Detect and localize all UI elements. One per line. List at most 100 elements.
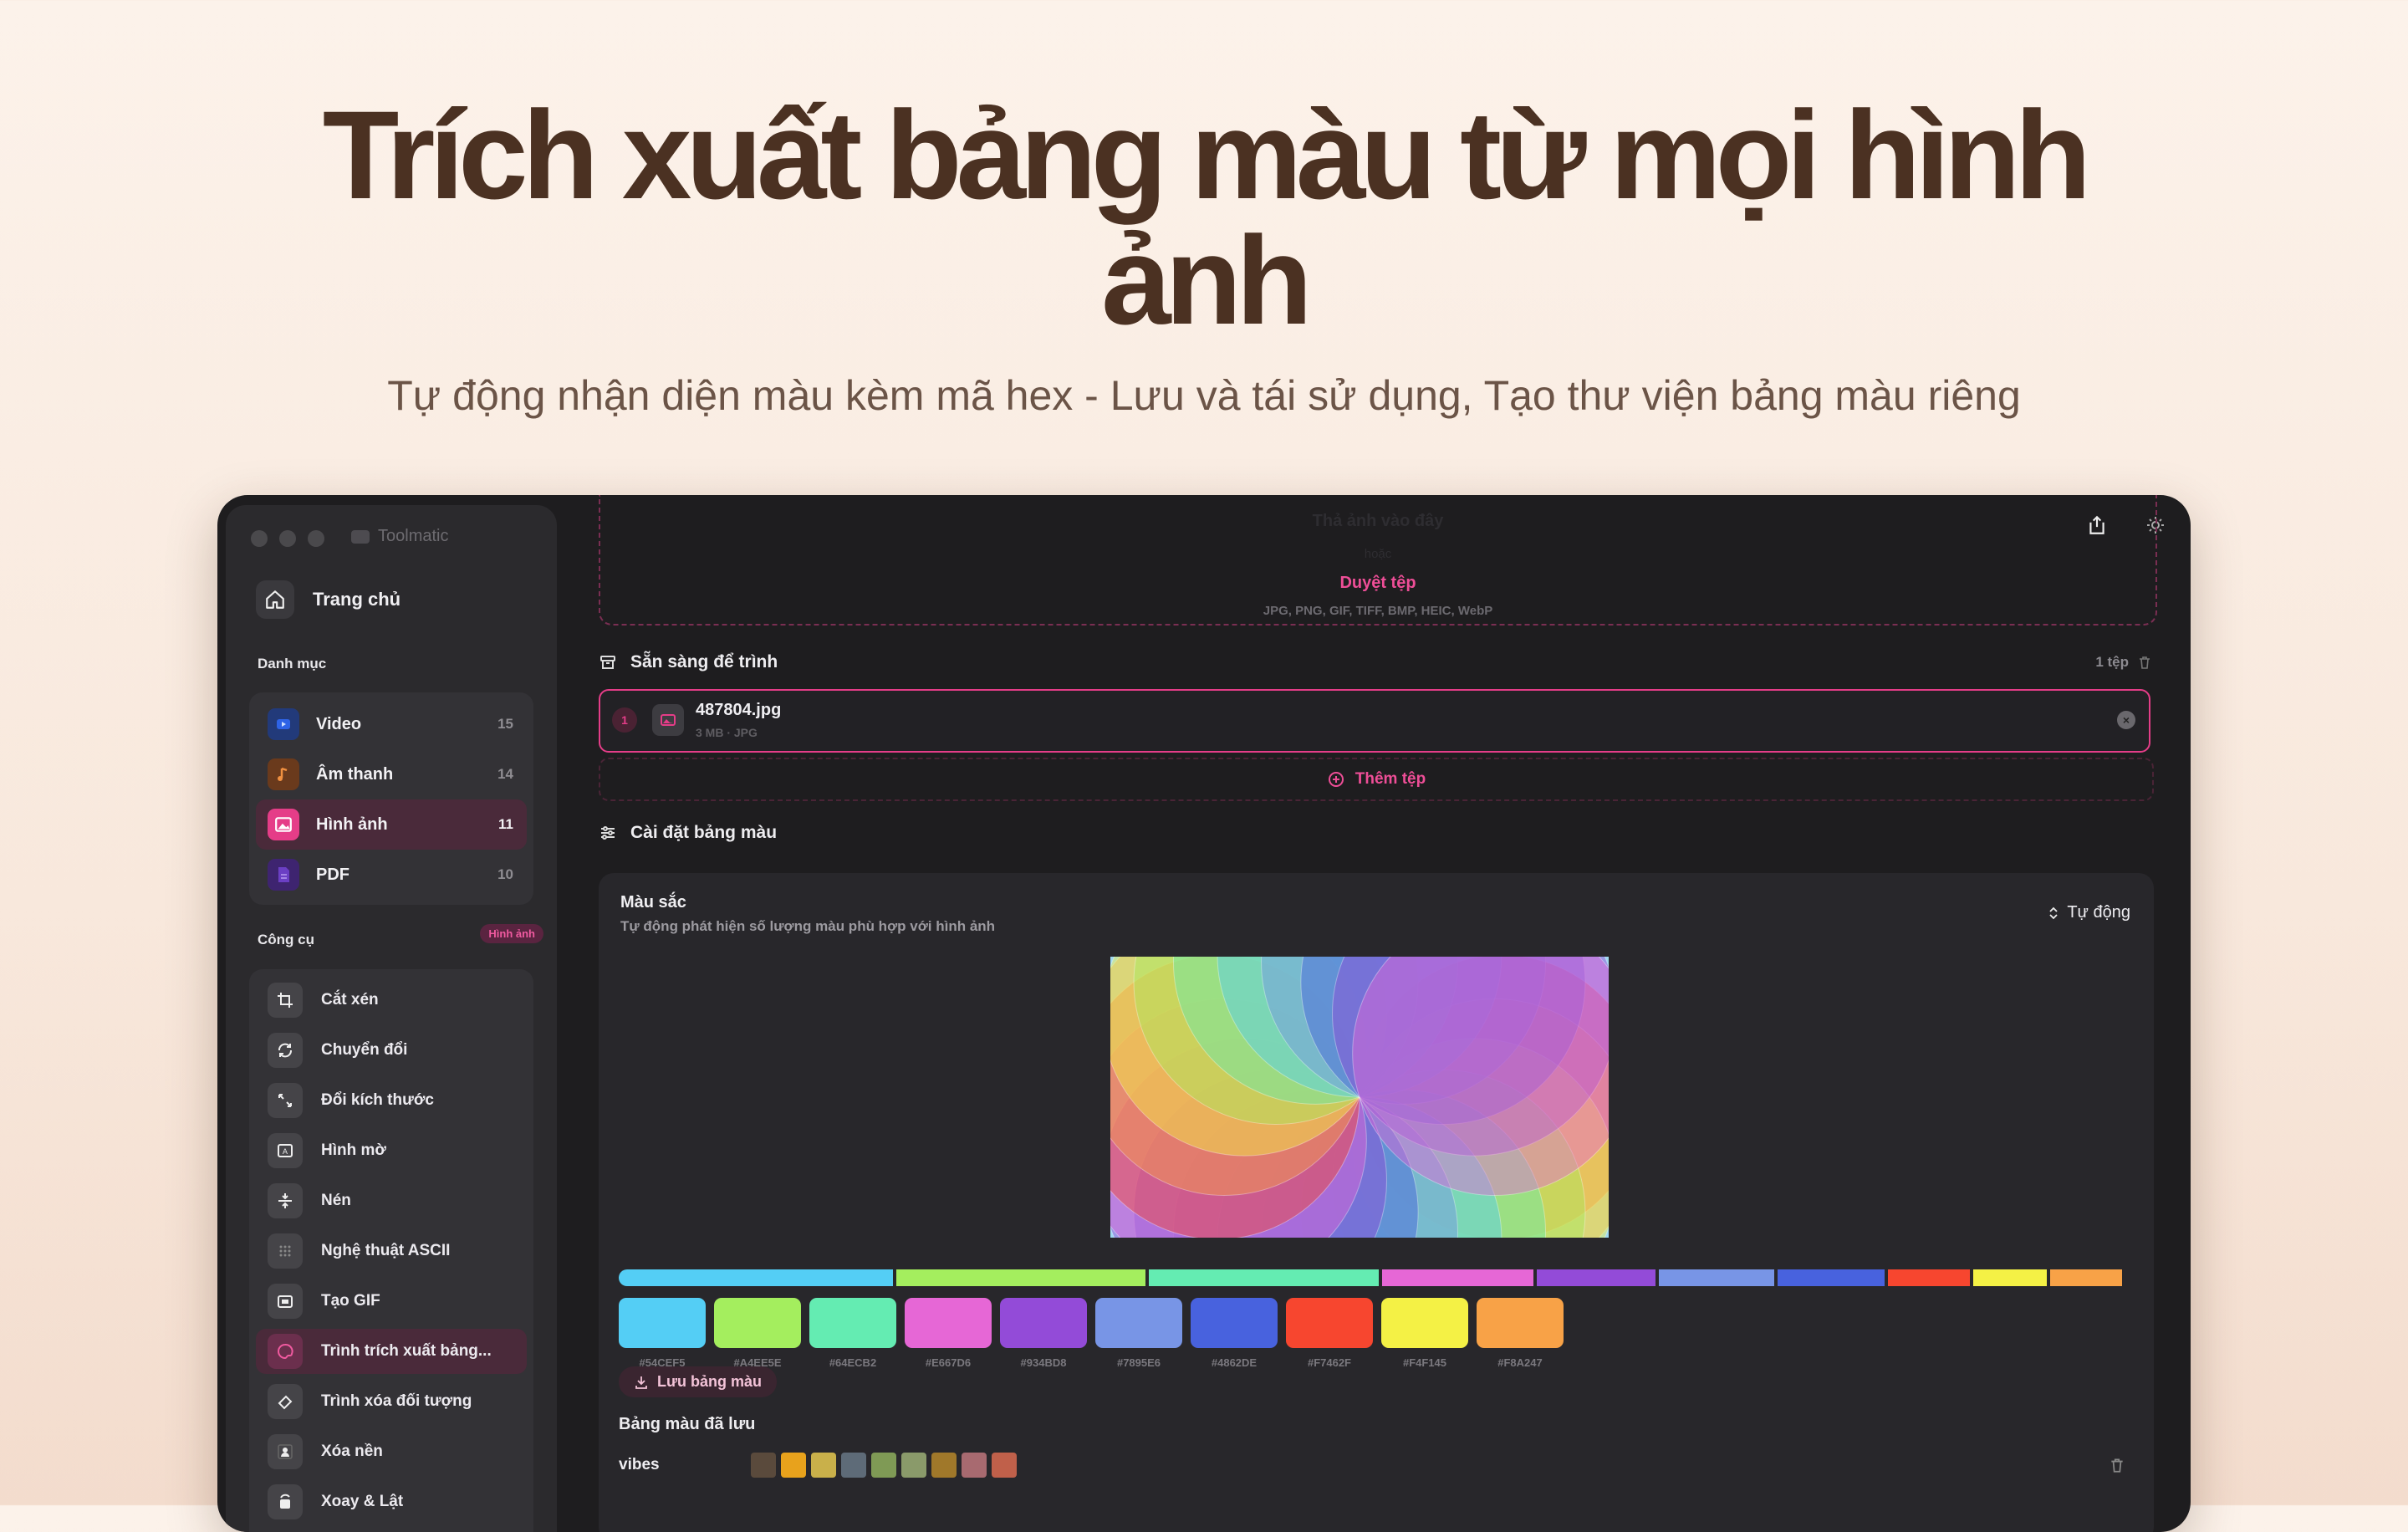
app-name-label: Toolmatic [378, 527, 449, 545]
tool-ascii-art[interactable]: Nghệ thuật ASCII [256, 1228, 527, 1274]
palette-bar-segment [1382, 1269, 1534, 1286]
category-label: Âm thanh [316, 764, 394, 784]
color-chip[interactable] [1000, 1298, 1087, 1348]
palette-bar-segment [1659, 1269, 1775, 1286]
window-controls [251, 530, 324, 547]
palette-bar-segment [619, 1269, 894, 1286]
category-label: Video [316, 714, 362, 733]
color-swatch[interactable]: #54CEF5 [619, 1298, 706, 1369]
colors-description: Tự động phát hiện số lượng màu phù hợp v… [620, 918, 996, 934]
color-count-mode: Tự động [2067, 903, 2130, 922]
refresh-icon [268, 1033, 303, 1068]
saved-color-chip [781, 1453, 806, 1478]
palette-bar-segment [1888, 1269, 1970, 1286]
color-chip[interactable] [1381, 1298, 1468, 1348]
color-chip[interactable] [619, 1298, 706, 1348]
tool-remove-background[interactable]: Xóa nền [256, 1429, 527, 1474]
supported-formats: JPG, PNG, GIF, TIFF, BMP, HEIC, WebP [1263, 604, 1493, 618]
tool-label: Trình trích xuất bảng... [321, 1342, 492, 1360]
category-image[interactable]: Hình ảnh 11 [256, 799, 527, 850]
tools-heading: Công cụ [258, 932, 314, 947]
tool-gif[interactable]: Tạo GIF [256, 1279, 527, 1324]
sliders-icon [601, 826, 615, 840]
tool-crop[interactable]: Cắt xén [256, 978, 527, 1023]
color-count-select[interactable]: Tự động [2047, 903, 2130, 922]
trash-icon[interactable] [2137, 655, 2152, 670]
trash-icon [2111, 1458, 2123, 1473]
tool-convert[interactable]: Chuyển đổi [256, 1028, 527, 1073]
tool-label: Trình xóa đối tượng [321, 1392, 472, 1410]
tool-compress[interactable]: Nén [256, 1178, 527, 1223]
saved-palette-row[interactable]: vibes [619, 1448, 2132, 1482]
saved-color-chip [841, 1453, 866, 1478]
color-chip[interactable] [714, 1298, 801, 1348]
color-chip[interactable] [905, 1298, 992, 1348]
sidebar: Toolmatic Trang chủ Danh mục Video 15 Âm [226, 505, 557, 1532]
color-swatch[interactable]: #F8A247 [1477, 1298, 1564, 1369]
file-drop-zone[interactable]: Thả ảnh vào đây hoặc Duyệt tệp JPG, PNG,… [599, 495, 2157, 626]
category-pdf[interactable]: PDF 10 [249, 850, 533, 900]
remove-file-button[interactable]: × [2117, 711, 2135, 729]
ascii-grid-icon [268, 1233, 303, 1269]
home-icon [256, 580, 294, 619]
color-swatch[interactable]: #64ECB2 [809, 1298, 896, 1369]
saved-color-chip [811, 1453, 836, 1478]
file-item[interactable]: 1 487804.jpg 3 MB · JPG × [599, 689, 2150, 753]
tool-label: Nén [321, 1192, 351, 1209]
gif-icon [268, 1284, 303, 1319]
color-chip[interactable] [809, 1298, 896, 1348]
hero-subtitle: Tự động nhận diện màu kèm mã hex - Lưu v… [387, 372, 2021, 419]
file-name: 487804.jpg [696, 701, 782, 719]
tool-label: Xóa nền [321, 1443, 383, 1460]
tool-resize[interactable]: Đổi kích thước [256, 1078, 527, 1123]
add-file-button[interactable]: Thêm tệp [599, 758, 2154, 801]
palette-swatches: #54CEF5 #A4EE5E #64ECB2 #E667D6 #934BD8 #7895… [619, 1298, 1564, 1369]
video-icon [268, 708, 299, 740]
color-swatch[interactable]: #7895E6 [1095, 1298, 1182, 1369]
category-count: 10 [497, 866, 513, 882]
ready-section-heading: Sẵn sàng để trình [599, 652, 778, 672]
hex-code: #F7462F [1307, 1356, 1352, 1369]
minimize-window-button[interactable] [279, 530, 296, 547]
color-chip[interactable] [1477, 1298, 1564, 1348]
image-icon [268, 809, 299, 840]
sidebar-item-home[interactable]: Trang chủ [256, 580, 400, 619]
saved-color-chip [962, 1453, 987, 1478]
category-label: Hình ảnh [316, 815, 388, 834]
tool-object-remover[interactable]: Trình xóa đối tượng [256, 1379, 527, 1424]
color-swatch[interactable]: #F7462F [1286, 1298, 1373, 1369]
category-video[interactable]: Video 15 [249, 699, 533, 749]
palette-bar-segment [2050, 1269, 2122, 1286]
zoom-window-button[interactable] [308, 530, 324, 547]
hex-code: #E667D6 [925, 1356, 972, 1369]
save-palette-button[interactable]: Lưu bảng màu [619, 1366, 778, 1397]
category-count: 14 [497, 766, 513, 782]
tool-watermark[interactable]: A Hình mờ [256, 1128, 527, 1173]
saved-color-chip [871, 1453, 896, 1478]
color-chip[interactable] [1286, 1298, 1373, 1348]
browse-files-link[interactable]: Duyệt tệp [600, 574, 2155, 593]
app-title: Toolmatic [351, 527, 448, 546]
tool-label: Tạo GIF [321, 1292, 380, 1310]
palette-settings-title: Cài đặt bảng màu [630, 823, 778, 842]
color-swatch[interactable]: #4862DE [1191, 1298, 1278, 1369]
close-window-button[interactable] [251, 530, 268, 547]
category-audio[interactable]: Âm thanh 14 [249, 749, 533, 799]
home-label: Trang chủ [313, 589, 401, 610]
color-chip[interactable] [1095, 1298, 1182, 1348]
tool-rotate-flip[interactable]: Xoay & Lật [256, 1479, 527, 1524]
color-swatch[interactable]: #F4F145 [1381, 1298, 1468, 1369]
hero-title: Trích xuất bảng màu từ mọi hình ảnh [322, 84, 2091, 350]
palette-bar-segment [1972, 1269, 2048, 1286]
delete-palette-button[interactable] [2109, 1457, 2125, 1478]
tool-palette-extractor[interactable]: Trình trích xuất bảng... [256, 1329, 527, 1374]
color-swatch[interactable]: #E667D6 [905, 1298, 992, 1369]
color-swatch[interactable]: #A4EE5E [714, 1298, 801, 1369]
color-swatch[interactable]: #934BD8 [1000, 1298, 1087, 1369]
rotate-icon [268, 1484, 303, 1519]
archive-icon [600, 656, 615, 669]
tool-label: Xoay & Lật [321, 1493, 404, 1510]
file-index: 1 [612, 707, 637, 733]
main-content: Thả ảnh vào đây hoặc Duyệt tệp JPG, PNG,… [557, 495, 2191, 1532]
color-chip[interactable] [1191, 1298, 1278, 1348]
